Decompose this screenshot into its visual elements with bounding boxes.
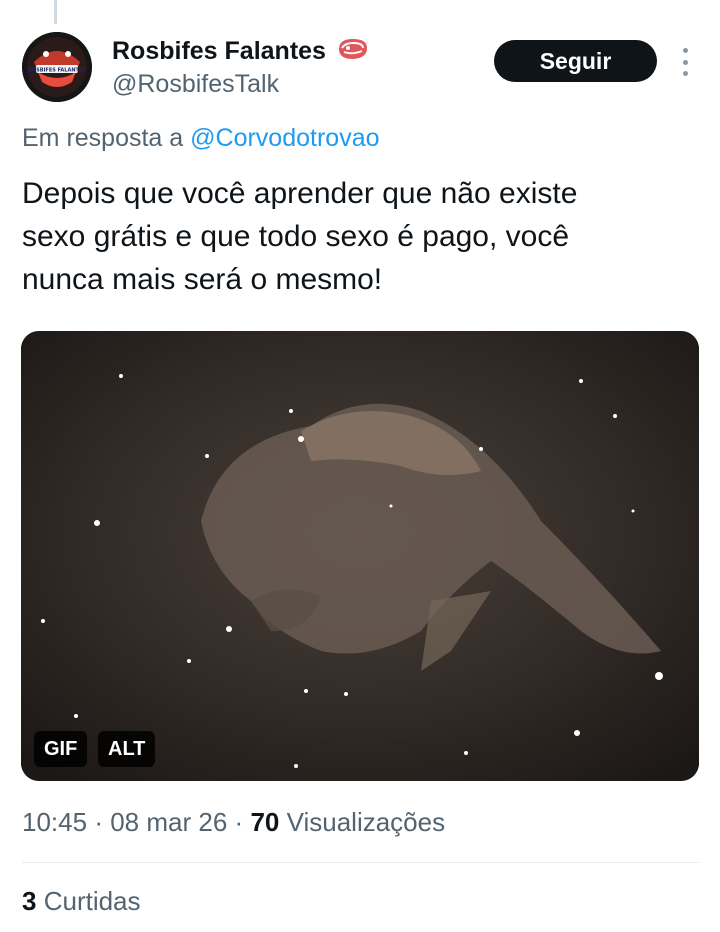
- meta-separator: ·: [94, 807, 103, 837]
- avatar-logo-text: ROSBIFES FALANTES: [28, 68, 86, 74]
- views-label: Visualizações: [286, 807, 446, 837]
- reply-context: Em resposta a @Corvodotrovao: [22, 124, 380, 153]
- divider: [22, 862, 699, 863]
- author-display-name[interactable]: Rosbifes Falantes: [112, 37, 326, 66]
- more-options-icon[interactable]: [672, 48, 698, 76]
- likes-stat[interactable]: 3 Curtidas: [22, 886, 141, 917]
- alt-text-button[interactable]: ALT: [98, 731, 156, 767]
- meat-steak-icon: [336, 36, 370, 67]
- reply-mention-link[interactable]: @Corvodotrovao: [190, 124, 379, 152]
- avatar[interactable]: ROSBIFES FALANTES: [22, 32, 92, 102]
- likes-label: Curtidas: [43, 886, 141, 916]
- views-count: 70: [250, 807, 280, 837]
- tweet-meta: 10:45 · 08 mar 26 · 70 Visualizações: [22, 807, 445, 838]
- meta-separator: ·: [234, 807, 244, 837]
- author-name-row[interactable]: Rosbifes Falantes: [112, 36, 370, 67]
- tweet-text: Depois que você aprender que não existe …: [22, 177, 578, 296]
- tweet-date[interactable]: 08 mar 26: [110, 807, 227, 837]
- tweet-media-gif[interactable]: [21, 331, 699, 781]
- follow-button[interactable]: Seguir: [494, 40, 657, 82]
- likes-count: 3: [22, 886, 37, 916]
- tweet-time[interactable]: 10:45: [22, 807, 87, 837]
- reply-prefix: Em resposta a: [22, 124, 184, 152]
- gif-badge: GIF: [34, 731, 88, 767]
- author-handle[interactable]: @RosbifesTalk: [112, 70, 279, 99]
- thread-connector-line: [54, 0, 57, 24]
